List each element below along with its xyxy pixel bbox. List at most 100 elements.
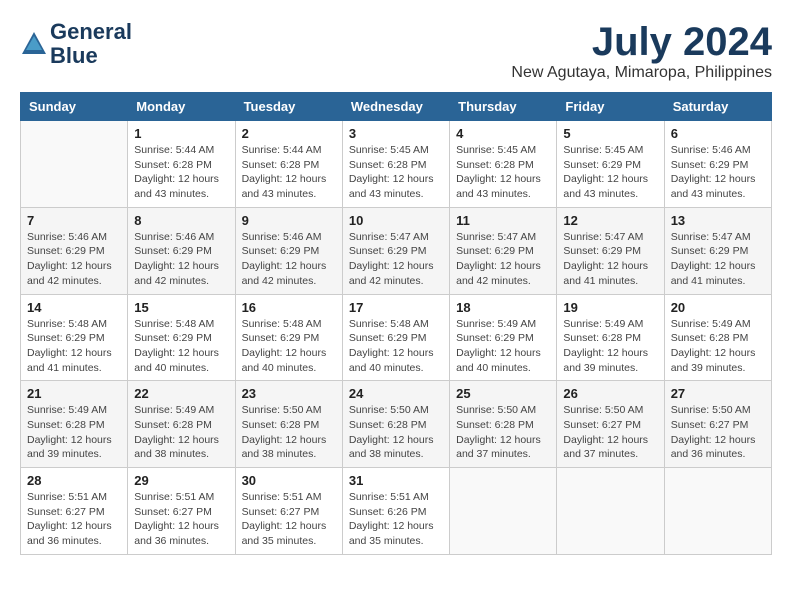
calendar-cell: 18Sunrise: 5:49 AMSunset: 6:29 PMDayligh… [450, 294, 557, 381]
day-info: Sunrise: 5:46 AMSunset: 6:29 PMDaylight:… [27, 230, 121, 289]
calendar-cell: 31 Sunrise: 5:51 AMSunset: 6:26 PMDayligh… [342, 468, 449, 555]
calendar-cell: 5Sunrise: 5:45 AMSunset: 6:29 PMDaylight… [557, 121, 664, 208]
calendar-cell: 10Sunrise: 5:47 AMSunset: 6:29 PMDayligh… [342, 207, 449, 294]
calendar-cell: 19 Sunrise: 5:49 AMSunset: 6:28 PMDayligh… [557, 294, 664, 381]
day-info: Sunrise: 5:51 AMSunset: 6:27 PMDaylight:… [242, 490, 336, 549]
calendar-cell: 13Sunrise: 5:47 AMSunset: 6:29 PMDayligh… [664, 207, 771, 294]
day-number: 8 [134, 213, 228, 228]
day-info: Sunrise: 5:46 AMSunset: 6:29 PMDaylight:… [671, 143, 765, 202]
week-row-3: 14 Sunrise: 5:48 AMSunset: 6:29 PMDayligh… [21, 294, 772, 381]
day-info: Sunrise: 5:48 AMSunset: 6:29 PMDaylight:… [134, 317, 228, 376]
calendar-cell: 25 Sunrise: 5:50 AMSunset: 6:28 PMDayligh… [450, 381, 557, 468]
location-title: New Agutaya, Mimaropa, Philippines [511, 64, 772, 82]
day-number: 23 [242, 386, 336, 401]
day-info: Sunrise: 5:44 AMSunset: 6:28 PMDaylight:… [134, 143, 228, 202]
calendar-cell: 2 Sunrise: 5:44 AMSunset: 6:28 PMDaylight… [235, 121, 342, 208]
week-row-4: 21 Sunrise: 5:49 AMSunset: 6:28 PMDayligh… [21, 381, 772, 468]
day-number: 22 [134, 386, 228, 401]
week-row-1: 1 Sunrise: 5:44 AMSunset: 6:28 PMDaylight… [21, 121, 772, 208]
day-number: 2 [242, 126, 336, 141]
logo: General Blue [20, 20, 132, 68]
day-info: Sunrise: 5:50 AMSunset: 6:27 PMDaylight:… [563, 403, 657, 462]
day-info: Sunrise: 5:50 AMSunset: 6:28 PMDaylight:… [242, 403, 336, 462]
calendar-cell: 28 Sunrise: 5:51 AMSunset: 6:27 PMDayligh… [21, 468, 128, 555]
day-info: Sunrise: 5:49 AMSunset: 6:28 PMDaylight:… [563, 317, 657, 376]
day-info: Sunrise: 5:47 AMSunset: 6:29 PMDaylight:… [671, 230, 765, 289]
day-info: Sunrise: 5:47 AMSunset: 6:29 PMDaylight:… [563, 230, 657, 289]
calendar-cell: 1 Sunrise: 5:44 AMSunset: 6:28 PMDaylight… [128, 121, 235, 208]
day-number: 15 [134, 300, 228, 315]
calendar-cell [557, 468, 664, 555]
calendar-cell: 7 Sunrise: 5:46 AMSunset: 6:29 PMDaylight… [21, 207, 128, 294]
calendar-cell: 16Sunrise: 5:48 AMSunset: 6:29 PMDayligh… [235, 294, 342, 381]
day-header-saturday: Saturday [664, 93, 771, 121]
day-info: Sunrise: 5:50 AMSunset: 6:28 PMDaylight:… [456, 403, 550, 462]
day-number: 11 [456, 213, 550, 228]
calendar-cell: 26 Sunrise: 5:50 AMSunset: 6:27 PMDayligh… [557, 381, 664, 468]
calendar-body: 1 Sunrise: 5:44 AMSunset: 6:28 PMDaylight… [21, 121, 772, 555]
calendar-cell: 23 Sunrise: 5:50 AMSunset: 6:28 PMDayligh… [235, 381, 342, 468]
week-row-2: 7 Sunrise: 5:46 AMSunset: 6:29 PMDaylight… [21, 207, 772, 294]
calendar-cell [664, 468, 771, 555]
calendar-cell: 6 Sunrise: 5:46 AMSunset: 6:29 PMDaylight… [664, 121, 771, 208]
calendar-cell: 20 Sunrise: 5:49 AMSunset: 6:28 PMDayligh… [664, 294, 771, 381]
calendar-cell [21, 121, 128, 208]
day-number: 29 [134, 473, 228, 488]
calendar-cell: 11 Sunrise: 5:47 AMSunset: 6:29 PMDayligh… [450, 207, 557, 294]
day-header-thursday: Thursday [450, 93, 557, 121]
day-number: 19 [563, 300, 657, 315]
day-header-sunday: Sunday [21, 93, 128, 121]
week-row-5: 28 Sunrise: 5:51 AMSunset: 6:27 PMDayligh… [21, 468, 772, 555]
calendar-cell: 27Sunrise: 5:50 AMSunset: 6:27 PMDayligh… [664, 381, 771, 468]
day-number: 17 [349, 300, 443, 315]
day-number: 20 [671, 300, 765, 315]
logo-text: General Blue [50, 20, 132, 68]
day-info: Sunrise: 5:47 AMSunset: 6:29 PMDaylight:… [349, 230, 443, 289]
day-header-tuesday: Tuesday [235, 93, 342, 121]
calendar: SundayMondayTuesdayWednesdayThursdayFrid… [20, 92, 772, 555]
day-number: 3 [349, 126, 443, 141]
day-number: 30 [242, 473, 336, 488]
title-area: July 2024 New Agutaya, Mimaropa, Philipp… [511, 20, 772, 82]
day-header-friday: Friday [557, 93, 664, 121]
day-number: 24 [349, 386, 443, 401]
day-number: 14 [27, 300, 121, 315]
day-info: Sunrise: 5:49 AMSunset: 6:28 PMDaylight:… [27, 403, 121, 462]
month-title: July 2024 [511, 20, 772, 64]
day-number: 21 [27, 386, 121, 401]
day-info: Sunrise: 5:51 AMSunset: 6:26 PMDaylight:… [349, 490, 443, 549]
calendar-cell: 22 Sunrise: 5:49 AMSunset: 6:28 PMDayligh… [128, 381, 235, 468]
day-number: 6 [671, 126, 765, 141]
day-number: 25 [456, 386, 550, 401]
day-number: 4 [456, 126, 550, 141]
calendar-cell: 9 Sunrise: 5:46 AMSunset: 6:29 PMDaylight… [235, 207, 342, 294]
day-info: Sunrise: 5:47 AMSunset: 6:29 PMDaylight:… [456, 230, 550, 289]
day-info: Sunrise: 5:49 AMSunset: 6:28 PMDaylight:… [671, 317, 765, 376]
days-header-row: SundayMondayTuesdayWednesdayThursdayFrid… [21, 93, 772, 121]
day-info: Sunrise: 5:45 AMSunset: 6:28 PMDaylight:… [456, 143, 550, 202]
day-header-monday: Monday [128, 93, 235, 121]
calendar-cell: 8Sunrise: 5:46 AMSunset: 6:29 PMDaylight… [128, 207, 235, 294]
day-info: Sunrise: 5:46 AMSunset: 6:29 PMDaylight:… [242, 230, 336, 289]
day-number: 7 [27, 213, 121, 228]
day-number: 5 [563, 126, 657, 141]
day-number: 1 [134, 126, 228, 141]
day-number: 27 [671, 386, 765, 401]
calendar-cell: 15 Sunrise: 5:48 AMSunset: 6:29 PMDayligh… [128, 294, 235, 381]
day-info: Sunrise: 5:49 AMSunset: 6:29 PMDaylight:… [456, 317, 550, 376]
calendar-cell: 3 Sunrise: 5:45 AMSunset: 6:28 PMDaylight… [342, 121, 449, 208]
calendar-cell: 30 Sunrise: 5:51 AMSunset: 6:27 PMDayligh… [235, 468, 342, 555]
day-info: Sunrise: 5:48 AMSunset: 6:29 PMDaylight:… [242, 317, 336, 376]
day-number: 31 [349, 473, 443, 488]
day-info: Sunrise: 5:49 AMSunset: 6:28 PMDaylight:… [134, 403, 228, 462]
day-info: Sunrise: 5:50 AMSunset: 6:28 PMDaylight:… [349, 403, 443, 462]
day-number: 9 [242, 213, 336, 228]
calendar-cell: 4 Sunrise: 5:45 AMSunset: 6:28 PMDaylight… [450, 121, 557, 208]
calendar-cell: 12Sunrise: 5:47 AMSunset: 6:29 PMDayligh… [557, 207, 664, 294]
calendar-cell [450, 468, 557, 555]
day-info: Sunrise: 5:44 AMSunset: 6:28 PMDaylight:… [242, 143, 336, 202]
day-info: Sunrise: 5:45 AMSunset: 6:28 PMDaylight:… [349, 143, 443, 202]
day-number: 28 [27, 473, 121, 488]
day-info: Sunrise: 5:51 AMSunset: 6:27 PMDaylight:… [27, 490, 121, 549]
day-number: 26 [563, 386, 657, 401]
